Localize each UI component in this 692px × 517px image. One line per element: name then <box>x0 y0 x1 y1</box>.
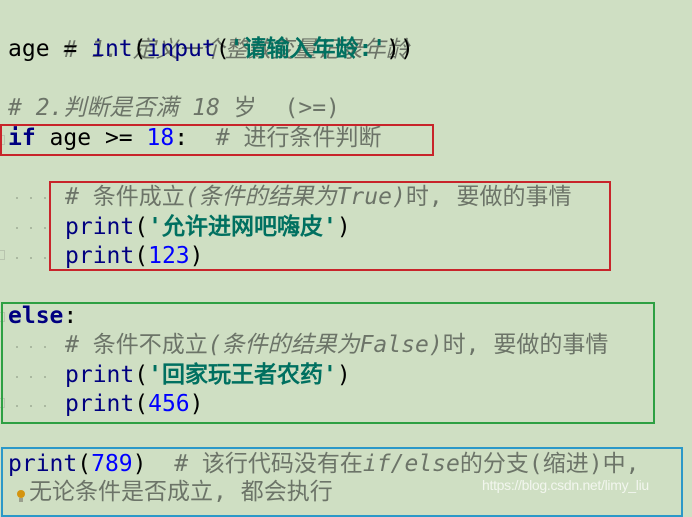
keyword-else: else <box>8 303 64 329</box>
paren: ) <box>189 391 204 417</box>
comment: False <box>359 332 429 358</box>
paren: ) <box>189 243 204 269</box>
indent-guide <box>10 376 55 378</box>
comment: 时, 要做的事情 <box>442 332 609 358</box>
builtin-function: print <box>8 451 78 477</box>
string-literal: '请输入年龄:' <box>229 36 387 62</box>
fold-marker-icon[interactable] <box>0 135 5 145</box>
builtin-function: print <box>65 214 135 240</box>
paren: )) <box>386 36 414 62</box>
indent-guide <box>10 227 55 229</box>
comment: (缩进) <box>528 451 603 477</box>
builtin-function: print <box>65 362 135 388</box>
builtin-function: print <box>65 391 135 417</box>
expression: age >= <box>35 125 147 151</box>
paren: ) <box>132 451 147 477</box>
code-line-9: print(123) <box>65 241 204 271</box>
string-literal: '回家玩王者农药' <box>148 362 337 388</box>
variable: age <box>8 36 50 62</box>
fold-marker-icon[interactable] <box>0 312 5 322</box>
comment: True <box>336 184 392 210</box>
indent-guide <box>10 257 55 259</box>
indent-guide <box>10 197 55 199</box>
paren: ( <box>215 36 230 62</box>
comment: 的分支 <box>459 451 529 477</box>
code-line-14: print(456) <box>65 389 204 419</box>
paren: ) <box>336 362 351 388</box>
code-line-8: print('允许进网吧嗨皮') <box>65 212 351 242</box>
builtin-function: input <box>146 36 216 62</box>
paren: ( <box>134 243 149 269</box>
watermark: https://blog.csdn.net/limy_liu <box>482 477 649 493</box>
comment: (条件的结果为 <box>184 184 337 210</box>
code-editor[interactable]: # 1. 定义一个整数变量记录年龄 age = int(input('请输入年龄… <box>0 0 692 517</box>
code-line-4: # 2.判断是否满 18 岁 (>=) <box>8 93 340 123</box>
paren: ( <box>132 36 147 62</box>
fold-marker-icon[interactable] <box>0 250 5 260</box>
fold-marker-icon[interactable] <box>0 398 5 408</box>
number-literal: 789 <box>91 451 133 477</box>
builtin-function: print <box>65 243 135 269</box>
code-line-5: if age >= 18: # 进行条件判断 <box>8 123 381 153</box>
operator: = <box>49 36 92 62</box>
colon: : <box>174 125 189 151</box>
comment: # 该行代码没有在 <box>174 451 363 477</box>
paren: ( <box>134 214 149 240</box>
paren: ( <box>134 391 149 417</box>
code-line-17: 无论条件是否成立, 都会执行 <box>29 477 333 507</box>
code-line-11: else: <box>8 301 77 331</box>
comment: if/else <box>362 451 460 477</box>
comment: 岁 (>=) <box>219 95 340 121</box>
builtin-function: int <box>91 36 133 62</box>
paren: ) <box>336 214 351 240</box>
number-literal: 456 <box>148 391 190 417</box>
comment: ) <box>428 332 443 358</box>
code-line-12: # 条件不成立(条件的结果为False)时, 要做的事情 <box>65 330 608 360</box>
comment: 18 <box>192 95 220 121</box>
code-line-2: age = int(input('请输入年龄:')) <box>8 34 414 64</box>
lightbulb-icon[interactable] <box>17 490 25 502</box>
comment: (条件的结果为 <box>207 332 360 358</box>
number-literal: 123 <box>148 243 190 269</box>
comment: 中, <box>602 451 640 477</box>
indent-guide <box>10 405 55 407</box>
comment: ) <box>391 184 406 210</box>
keyword-if: if <box>8 125 36 151</box>
comment: 无论条件是否成立, 都会执行 <box>29 479 333 505</box>
string-literal: '允许进网吧嗨皮' <box>148 214 337 240</box>
indent-guide <box>10 346 55 348</box>
code-line-13: print('回家玩王者农药') <box>65 360 351 390</box>
comment: # 条件不成立 <box>65 332 208 358</box>
number-literal: 18 <box>146 125 175 151</box>
code-line-7: # 条件成立(条件的结果为True)时, 要做的事情 <box>65 182 572 212</box>
comment: # 进行条件判断 <box>215 125 382 151</box>
comment: 时, 要做的事情 <box>405 184 572 210</box>
comment: # 条件成立 <box>65 184 185 210</box>
comment: # 2.判断是否满 <box>8 95 193 121</box>
colon: : <box>63 303 78 329</box>
paren: ( <box>134 362 149 388</box>
code-line-1: # 1. 定义一个整数变量记录年龄 <box>8 5 408 63</box>
code-line-16: print(789) # 该行代码没有在if/else的分支(缩进)中, <box>8 449 639 479</box>
paren: ( <box>77 451 92 477</box>
